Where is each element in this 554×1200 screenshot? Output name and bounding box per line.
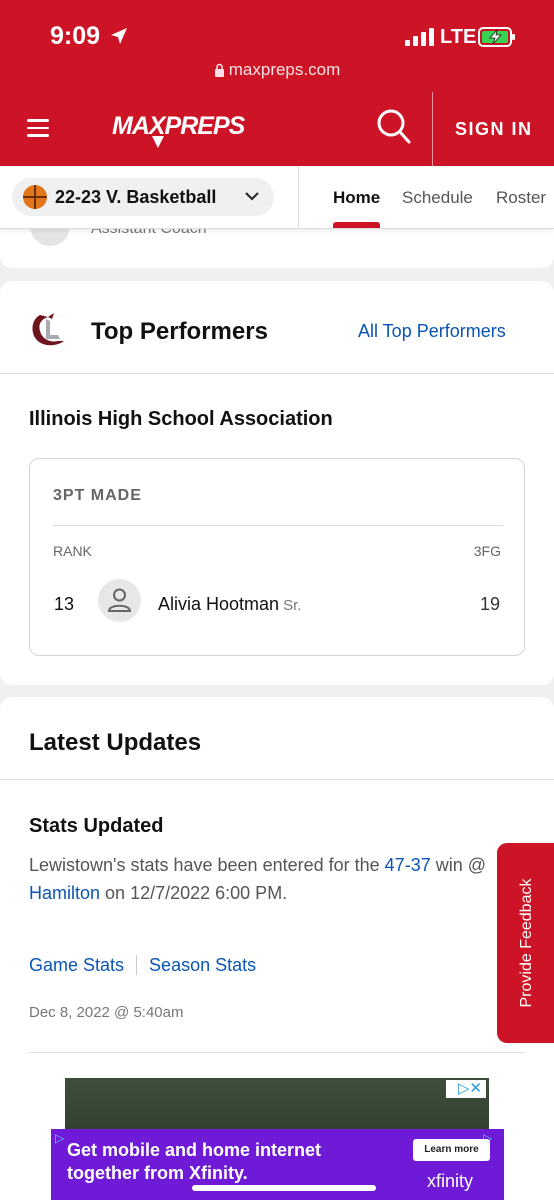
sport-label: 22-23 V. Basketball — [55, 187, 217, 207]
stat-leader-box: 3PT MADE RANK 3FG 13 Alivia Hootman Sr. 1… — [29, 458, 525, 656]
provide-feedback-button[interactable]: Provide Feedback — [497, 843, 554, 1043]
ad-close-icon[interactable]: ▷✕ — [446, 1080, 486, 1098]
home-indicator[interactable] — [192, 1185, 376, 1191]
active-tab-indicator — [333, 222, 380, 228]
update-date: Dec 8, 2022 @ 5:40am — [29, 1004, 184, 1021]
maxpreps-logo[interactable]: MAXPREPS — [108, 108, 248, 150]
ad-brand-logo: xfinity — [427, 1171, 474, 1191]
search-icon[interactable] — [376, 108, 412, 146]
adchoices-icon[interactable]: ▷ — [55, 1131, 64, 1145]
update-description: Lewistown's stats have been entered for … — [29, 855, 487, 903]
url-text: maxpreps.com — [228, 60, 341, 79]
value-column-header: 3FG — [473, 543, 501, 559]
stat-category-title: 3PT MADE — [53, 487, 142, 504]
team-logo — [32, 313, 64, 346]
update-title: Stats Updated — [29, 815, 164, 837]
location-arrow-icon — [111, 28, 127, 44]
opponent-link[interactable]: Hamilton — [29, 883, 100, 903]
player-name-link[interactable]: Alivia Hootman Sr. — [158, 594, 301, 615]
latest-updates-title: Latest Updates — [29, 729, 202, 756]
link-separator — [136, 955, 138, 975]
tab-schedule[interactable]: Schedule — [402, 188, 473, 208]
svg-text:MAXPREPS: MAXPREPS — [112, 112, 246, 140]
divider — [0, 779, 554, 780]
browser-url-bar[interactable]: maxpreps.com — [0, 60, 554, 80]
nav-divider — [298, 166, 299, 228]
player-stat-value: 19 — [479, 594, 500, 614]
chevron-down-icon — [245, 192, 259, 201]
player-class: Sr. — [283, 597, 302, 614]
status-time: 9:09 — [50, 22, 101, 50]
top-performers-card: Top Performers All Top Performers Illino… — [0, 281, 554, 685]
divider — [29, 1052, 525, 1053]
basketball-icon — [23, 185, 47, 209]
tab-roster[interactable]: Roster — [496, 188, 546, 208]
update-links: Game Stats Season Stats — [29, 955, 256, 976]
ad-learn-more-button[interactable]: Learn more — [413, 1139, 490, 1161]
signal-icon — [405, 28, 434, 46]
player-rank: 13 — [54, 594, 75, 614]
network-type: LTE — [440, 26, 477, 48]
association-name: Illinois High School Association — [29, 408, 333, 430]
lock-icon — [214, 63, 224, 77]
player-avatar-icon — [98, 579, 141, 622]
tab-home[interactable]: Home — [333, 188, 380, 208]
score-link[interactable]: 47-37 — [385, 855, 431, 875]
divider — [53, 525, 503, 526]
menu-icon[interactable] — [27, 119, 49, 137]
all-top-performers-link[interactable]: All Top Performers — [358, 321, 506, 342]
battery-charging-icon — [478, 27, 515, 47]
season-stats-link[interactable]: Season Stats — [149, 955, 256, 975]
divider — [0, 373, 554, 374]
top-performers-title: Top Performers — [91, 318, 268, 345]
sign-in-button[interactable]: SIGN IN — [455, 119, 533, 140]
feedback-label: Provide Feedback — [518, 878, 535, 1008]
status-bar: 9:09 LTE — [0, 0, 554, 64]
rank-column-header: RANK — [53, 543, 92, 559]
header-divider — [432, 92, 433, 166]
sport-selector[interactable]: 22-23 V. Basketball — [12, 178, 274, 216]
game-stats-link[interactable]: Game Stats — [29, 955, 124, 975]
player-name: Alivia Hootman — [158, 594, 280, 614]
ad-text: Get mobile and home internet together fr… — [67, 1140, 322, 1183]
